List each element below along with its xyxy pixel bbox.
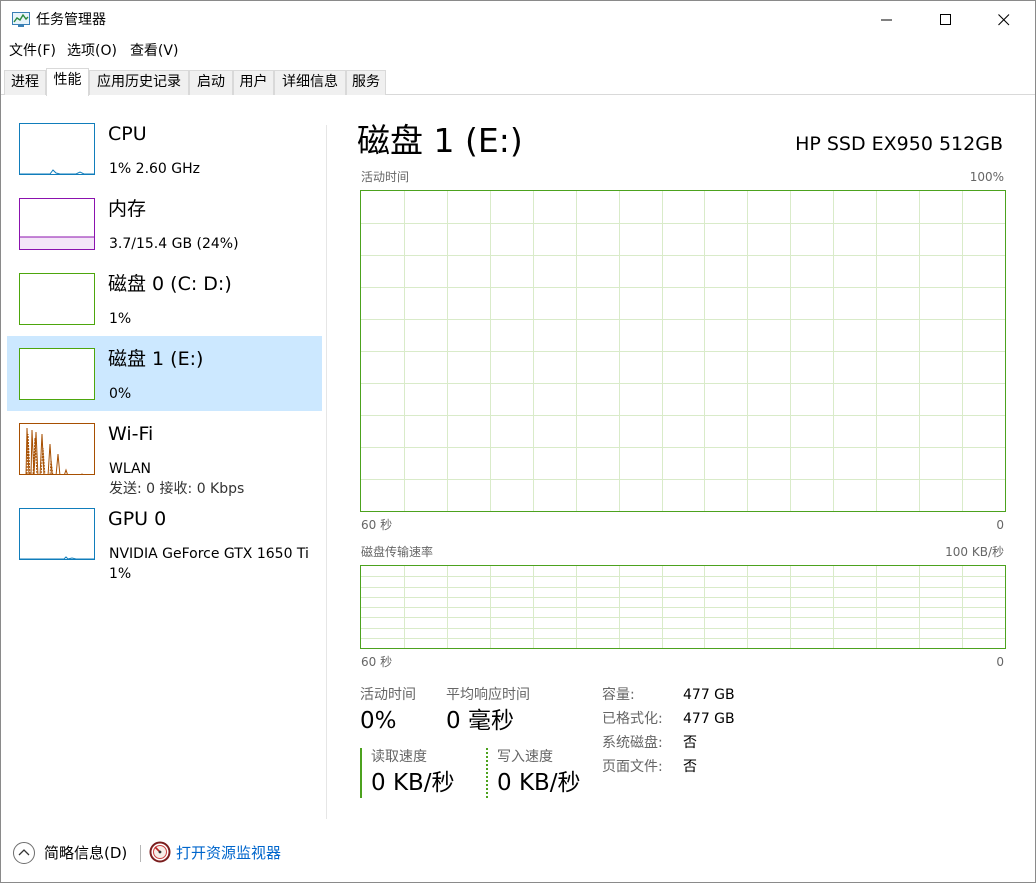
active-time-graph-label: 活动时间 bbox=[361, 170, 410, 184]
device-subtitle: NVIDIA GeForce GTX 1650 Ti bbox=[109, 546, 309, 562]
system-disk-value: 否 bbox=[683, 735, 697, 751]
transfer-rate-graph bbox=[360, 565, 1006, 649]
tab-processes[interactable]: 进程 bbox=[4, 70, 46, 95]
device-usage: 0% bbox=[109, 386, 132, 402]
cpu-thumbnail-graph bbox=[19, 123, 95, 175]
read-speed-indicator bbox=[360, 748, 362, 798]
active-time-graph bbox=[360, 190, 1006, 512]
open-resource-monitor-link[interactable]: 打开资源监视器 bbox=[176, 843, 281, 863]
transfer-rate-graph-time: 60 秒 bbox=[361, 655, 393, 669]
disk0-thumbnail-graph bbox=[19, 273, 95, 325]
device-name: 内存 bbox=[108, 198, 147, 220]
disk-title: 磁盘 1 (E:) bbox=[357, 121, 523, 160]
device-item-cpu[interactable]: CPU 1% 2.60 GHz bbox=[7, 111, 322, 186]
device-subtitle: WLAN bbox=[109, 461, 152, 477]
device-usage: 3.7/15.4 GB (24%) bbox=[109, 236, 239, 252]
tab-startup[interactable]: 启动 bbox=[189, 70, 233, 95]
capacity-value: 477 GB bbox=[683, 687, 735, 703]
read-speed-label: 读取速度 bbox=[371, 749, 427, 765]
gpu-thumbnail-graph bbox=[19, 508, 95, 560]
write-speed-label: 写入速度 bbox=[497, 749, 553, 765]
formatted-value: 477 GB bbox=[683, 711, 735, 727]
device-item-memory[interactable]: 内存 3.7/15.4 GB (24%) bbox=[7, 186, 322, 261]
disk1-thumbnail-graph bbox=[19, 348, 95, 400]
device-name: Wi-Fi bbox=[108, 423, 154, 445]
menu-bar: 文件(F) 选项(O) 查看(V) bbox=[1, 40, 183, 62]
footer-bar: 简略信息(D) 打开资源监视器 bbox=[1, 837, 1035, 871]
menu-options[interactable]: 选项(O) bbox=[61, 40, 122, 62]
tab-services[interactable]: 服务 bbox=[346, 70, 386, 95]
device-item-disk0[interactable]: 磁盘 0 (C: D:) 1% bbox=[7, 261, 322, 336]
pane-divider[interactable] bbox=[326, 125, 327, 819]
device-name: 磁盘 0 (C: D:) bbox=[108, 273, 232, 295]
active-time-graph-time: 60 秒 bbox=[361, 518, 393, 532]
device-list: CPU 1% 2.60 GHz 内存 3.7/15.4 GB (24%) 磁盘 … bbox=[1, 96, 327, 816]
fewer-details-button[interactable]: 简略信息(D) bbox=[44, 843, 127, 863]
window-title: 任务管理器 bbox=[36, 12, 106, 28]
menu-view[interactable]: 查看(V) bbox=[122, 40, 184, 62]
disk-model: HP SSD EX950 512GB bbox=[795, 133, 1003, 155]
device-usage: 1% bbox=[109, 566, 132, 582]
device-name: CPU bbox=[108, 123, 147, 145]
chevron-up-circle-icon[interactable] bbox=[12, 841, 36, 865]
menu-file[interactable]: 文件(F) bbox=[1, 40, 61, 62]
page-file-value: 否 bbox=[683, 759, 697, 775]
close-button[interactable] bbox=[981, 1, 1027, 39]
memory-thumbnail-graph bbox=[19, 198, 95, 250]
tab-app-history[interactable]: 应用历史记录 bbox=[89, 70, 189, 95]
device-item-wifi[interactable]: Wi-Fi WLAN 发送: 0 接收: 0 Kbps bbox=[7, 411, 322, 497]
tab-bar: 进程 性能 应用历史记录 启动 用户 详细信息 服务 bbox=[1, 68, 1035, 96]
tab-users[interactable]: 用户 bbox=[233, 70, 274, 95]
task-manager-icon bbox=[12, 12, 30, 28]
capacity-label: 容量: bbox=[602, 687, 635, 703]
minimize-button[interactable] bbox=[864, 1, 910, 39]
device-item-gpu[interactable]: GPU 0 NVIDIA GeForce GTX 1650 Ti 1% bbox=[7, 496, 322, 582]
avg-response-label: 平均响应时间 bbox=[446, 687, 530, 703]
device-usage: 1% 2.60 GHz bbox=[109, 161, 201, 177]
tab-details[interactable]: 详细信息 bbox=[274, 70, 346, 95]
transfer-rate-graph-max: 100 KB/秒 bbox=[945, 545, 1004, 559]
active-time-label: 活动时间 bbox=[360, 687, 416, 703]
write-speed-value: 0 KB/秒 bbox=[497, 770, 581, 796]
maximize-button[interactable] bbox=[923, 1, 969, 39]
transfer-rate-graph-label: 磁盘传输速率 bbox=[361, 545, 434, 559]
avg-response-value: 0 毫秒 bbox=[446, 708, 514, 734]
resource-monitor-icon[interactable] bbox=[149, 841, 171, 863]
wifi-thumbnail-graph bbox=[19, 423, 95, 475]
device-name: 磁盘 1 (E:) bbox=[108, 348, 204, 370]
active-time-graph-max: 100% bbox=[969, 170, 1004, 184]
read-speed-value: 0 KB/秒 bbox=[371, 770, 455, 796]
active-time-value: 0% bbox=[360, 708, 397, 734]
device-item-disk1[interactable]: 磁盘 1 (E:) 0% bbox=[7, 336, 322, 411]
write-speed-indicator bbox=[486, 748, 488, 798]
system-disk-label: 系统磁盘: bbox=[602, 735, 663, 751]
active-time-graph-min: 0 bbox=[996, 518, 1004, 532]
device-usage: 1% bbox=[109, 311, 132, 327]
close-icon bbox=[998, 14, 1010, 26]
formatted-label: 已格式化: bbox=[602, 711, 663, 727]
task-manager-window: 任务管理器 文件(F) 选项(O) 查看(V) 进程 性能 应用历史记录 启动 … bbox=[0, 0, 1036, 883]
footer-separator bbox=[140, 845, 141, 862]
transfer-rate-graph-min: 0 bbox=[996, 655, 1004, 669]
page-file-label: 页面文件: bbox=[602, 759, 663, 775]
device-name: GPU 0 bbox=[108, 508, 167, 530]
title-bar[interactable]: 任务管理器 bbox=[1, 1, 1035, 39]
tab-performance[interactable]: 性能 bbox=[46, 68, 89, 96]
